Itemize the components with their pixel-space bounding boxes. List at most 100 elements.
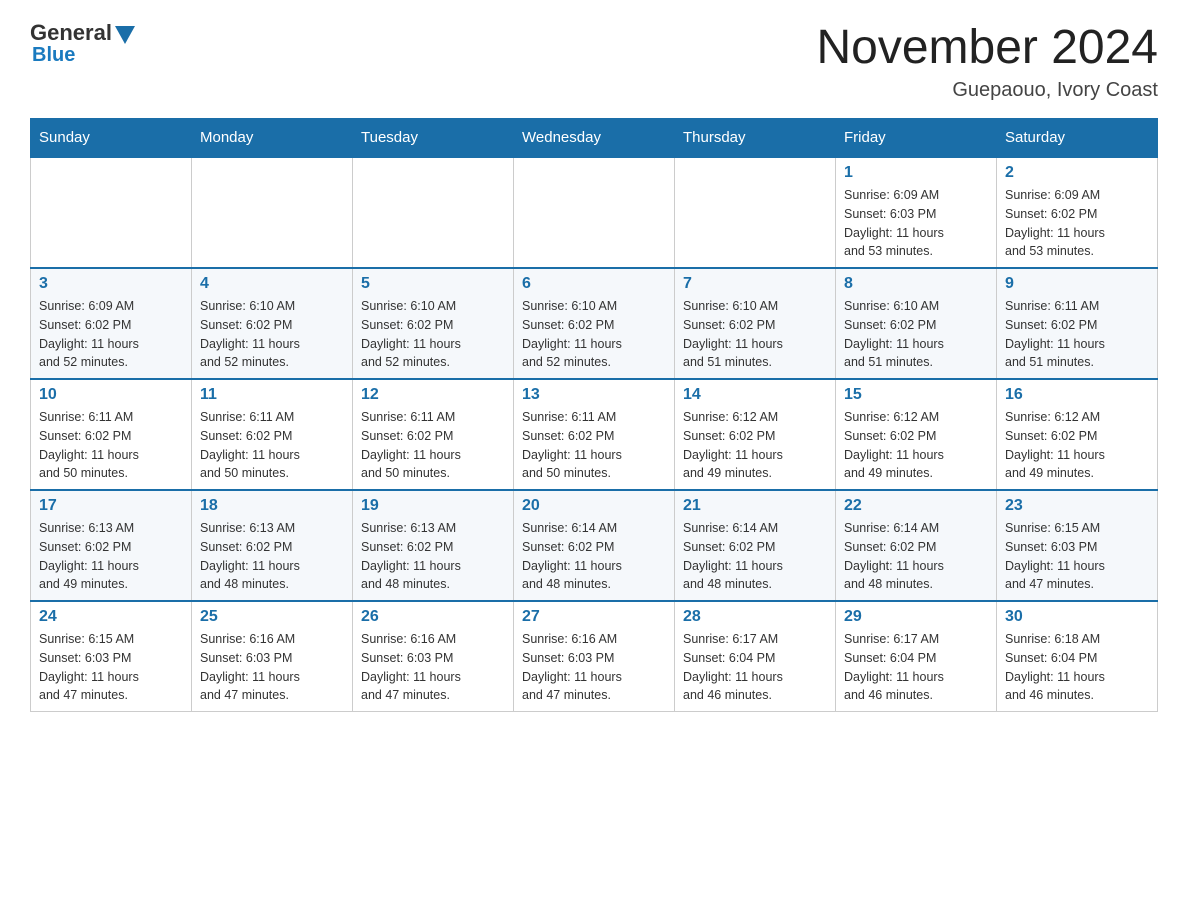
calendar-header-row: SundayMondayTuesdayWednesdayThursdayFrid… (31, 119, 1158, 158)
day-info: Sunrise: 6:16 AMSunset: 6:03 PMDaylight:… (522, 630, 666, 705)
day-number: 28 (683, 608, 827, 626)
day-info: Sunrise: 6:14 AMSunset: 6:02 PMDaylight:… (844, 519, 988, 594)
calendar-cell (514, 157, 675, 268)
calendar-cell: 3Sunrise: 6:09 AMSunset: 6:02 PMDaylight… (31, 268, 192, 379)
day-info: Sunrise: 6:14 AMSunset: 6:02 PMDaylight:… (683, 519, 827, 594)
column-header-monday: Monday (192, 119, 353, 158)
calendar-cell (31, 157, 192, 268)
calendar-cell: 11Sunrise: 6:11 AMSunset: 6:02 PMDayligh… (192, 379, 353, 490)
logo-blue-text: Blue (32, 44, 75, 67)
calendar-cell: 27 Sunrise: 6:16 AMSunset: 6:03 PMDayligh… (514, 601, 675, 712)
calendar-cell: 24 Sunrise: 6:15 AMSunset: 6:03 PMDayligh… (31, 601, 192, 712)
day-number: 24 (39, 608, 183, 626)
day-info: Sunrise: 6:10 AMSunset: 6:02 PMDaylight:… (200, 297, 344, 372)
calendar-cell: 20 Sunrise: 6:14 AMSunset: 6:02 PMDayligh… (514, 490, 675, 601)
calendar-cell: 6Sunrise: 6:10 AMSunset: 6:02 PMDaylight… (514, 268, 675, 379)
day-number: 18 (200, 497, 344, 515)
calendar-cell: 29 Sunrise: 6:17 AMSunset: 6:04 PMDayligh… (836, 601, 997, 712)
calendar-cell: 5 Sunrise: 6:10 AMSunset: 6:02 PMDaylight… (353, 268, 514, 379)
page-header: General Blue November 2024 Guepaouo, Ivo… (30, 20, 1158, 102)
calendar-table: SundayMondayTuesdayWednesdayThursdayFrid… (30, 118, 1158, 712)
column-header-friday: Friday (836, 119, 997, 158)
day-number: 19 (361, 497, 505, 515)
week-row-2: 3Sunrise: 6:09 AMSunset: 6:02 PMDaylight… (31, 268, 1158, 379)
day-number: 11 (200, 386, 344, 404)
day-info: Sunrise: 6:11 AMSunset: 6:02 PMDaylight:… (361, 408, 505, 483)
calendar-cell: 1Sunrise: 6:09 AMSunset: 6:03 PMDaylight… (836, 157, 997, 268)
day-info: Sunrise: 6:11 AMSunset: 6:02 PMDaylight:… (1005, 297, 1149, 372)
calendar-cell: 9 Sunrise: 6:11 AMSunset: 6:02 PMDaylight… (997, 268, 1158, 379)
column-header-sunday: Sunday (31, 119, 192, 158)
day-info: Sunrise: 6:12 AMSunset: 6:02 PMDaylight:… (683, 408, 827, 483)
day-number: 26 (361, 608, 505, 626)
day-number: 7 (683, 275, 827, 293)
day-number: 14 (683, 386, 827, 404)
day-info: Sunrise: 6:17 AMSunset: 6:04 PMDaylight:… (844, 630, 988, 705)
day-number: 9 (1005, 275, 1149, 293)
column-header-tuesday: Tuesday (353, 119, 514, 158)
day-number: 6 (522, 275, 666, 293)
day-info: Sunrise: 6:12 AMSunset: 6:02 PMDaylight:… (1005, 408, 1149, 483)
day-number: 5 (361, 275, 505, 293)
day-info: Sunrise: 6:13 AMSunset: 6:02 PMDaylight:… (361, 519, 505, 594)
calendar-cell: 30Sunrise: 6:18 AMSunset: 6:04 PMDayligh… (997, 601, 1158, 712)
day-number: 13 (522, 386, 666, 404)
logo-general-text: General (30, 20, 112, 46)
day-info: Sunrise: 6:13 AMSunset: 6:02 PMDaylight:… (200, 519, 344, 594)
day-number: 8 (844, 275, 988, 293)
day-info: Sunrise: 6:16 AMSunset: 6:03 PMDaylight:… (361, 630, 505, 705)
day-info: Sunrise: 6:15 AMSunset: 6:03 PMDaylight:… (1005, 519, 1149, 594)
day-number: 21 (683, 497, 827, 515)
day-info: Sunrise: 6:15 AMSunset: 6:03 PMDaylight:… (39, 630, 183, 705)
day-number: 30 (1005, 608, 1149, 626)
day-number: 29 (844, 608, 988, 626)
day-info: Sunrise: 6:11 AMSunset: 6:02 PMDaylight:… (522, 408, 666, 483)
day-number: 4 (200, 275, 344, 293)
day-info: Sunrise: 6:17 AMSunset: 6:04 PMDaylight:… (683, 630, 827, 705)
calendar-cell: 18 Sunrise: 6:13 AMSunset: 6:02 PMDayligh… (192, 490, 353, 601)
calendar-cell: 12 Sunrise: 6:11 AMSunset: 6:02 PMDayligh… (353, 379, 514, 490)
day-number: 1 (844, 164, 988, 182)
logo-triangle-icon (115, 26, 135, 44)
calendar-cell: 17 Sunrise: 6:13 AMSunset: 6:02 PMDayligh… (31, 490, 192, 601)
week-row-5: 24 Sunrise: 6:15 AMSunset: 6:03 PMDayligh… (31, 601, 1158, 712)
day-info: Sunrise: 6:10 AMSunset: 6:02 PMDaylight:… (844, 297, 988, 372)
day-info: Sunrise: 6:10 AMSunset: 6:02 PMDaylight:… (683, 297, 827, 372)
day-number: 25 (200, 608, 344, 626)
day-info: Sunrise: 6:14 AMSunset: 6:02 PMDaylight:… (522, 519, 666, 594)
column-header-thursday: Thursday (675, 119, 836, 158)
calendar-cell: 15 Sunrise: 6:12 AMSunset: 6:02 PMDayligh… (836, 379, 997, 490)
calendar-cell: 14 Sunrise: 6:12 AMSunset: 6:02 PMDayligh… (675, 379, 836, 490)
day-number: 15 (844, 386, 988, 404)
day-number: 22 (844, 497, 988, 515)
column-header-wednesday: Wednesday (514, 119, 675, 158)
calendar-cell: 13 Sunrise: 6:11 AMSunset: 6:02 PMDayligh… (514, 379, 675, 490)
day-number: 27 (522, 608, 666, 626)
title-section: November 2024 Guepaouo, Ivory Coast (816, 20, 1158, 102)
calendar-subtitle: Guepaouo, Ivory Coast (816, 79, 1158, 102)
calendar-cell (192, 157, 353, 268)
calendar-cell: 7 Sunrise: 6:10 AMSunset: 6:02 PMDaylight… (675, 268, 836, 379)
day-info: Sunrise: 6:12 AMSunset: 6:02 PMDaylight:… (844, 408, 988, 483)
day-number: 17 (39, 497, 183, 515)
day-number: 16 (1005, 386, 1149, 404)
day-info: Sunrise: 6:10 AMSunset: 6:02 PMDaylight:… (361, 297, 505, 372)
day-info: Sunrise: 6:16 AMSunset: 6:03 PMDaylight:… (200, 630, 344, 705)
week-row-3: 10Sunrise: 6:11 AMSunset: 6:02 PMDayligh… (31, 379, 1158, 490)
calendar-cell: 23 Sunrise: 6:15 AMSunset: 6:03 PMDayligh… (997, 490, 1158, 601)
day-info: Sunrise: 6:13 AMSunset: 6:02 PMDaylight:… (39, 519, 183, 594)
calendar-title: November 2024 (816, 20, 1158, 75)
calendar-cell: 2Sunrise: 6:09 AMSunset: 6:02 PMDaylight… (997, 157, 1158, 268)
week-row-1: 1Sunrise: 6:09 AMSunset: 6:03 PMDaylight… (31, 157, 1158, 268)
calendar-cell: 8 Sunrise: 6:10 AMSunset: 6:02 PMDaylight… (836, 268, 997, 379)
logo: General Blue (30, 20, 135, 67)
calendar-cell (353, 157, 514, 268)
calendar-cell: 10Sunrise: 6:11 AMSunset: 6:02 PMDayligh… (31, 379, 192, 490)
day-number: 12 (361, 386, 505, 404)
day-number: 23 (1005, 497, 1149, 515)
calendar-cell: 21 Sunrise: 6:14 AMSunset: 6:02 PMDayligh… (675, 490, 836, 601)
day-number: 2 (1005, 164, 1149, 182)
calendar-cell (675, 157, 836, 268)
day-info: Sunrise: 6:09 AMSunset: 6:02 PMDaylight:… (39, 297, 183, 372)
day-number: 20 (522, 497, 666, 515)
